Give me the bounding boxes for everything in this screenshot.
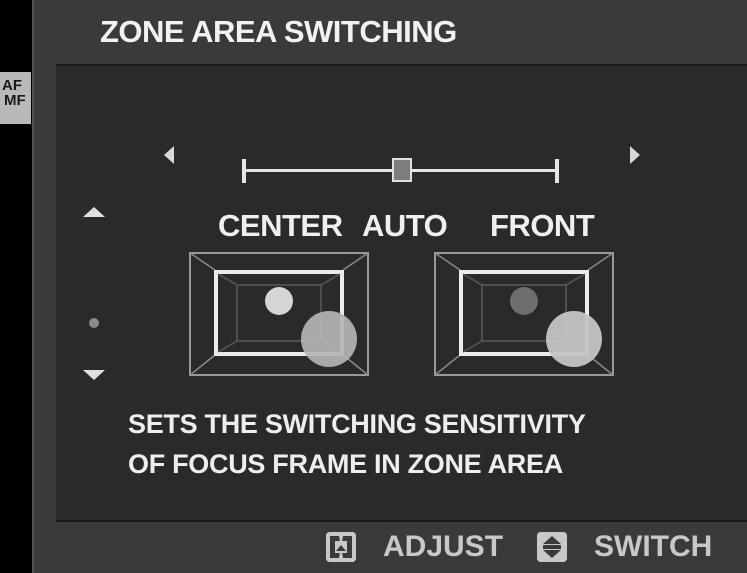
slider-end-left bbox=[242, 159, 246, 183]
slider-handle[interactable] bbox=[392, 158, 412, 182]
adjust-label: ADJUST bbox=[383, 530, 504, 563]
description-line-2: OF FOCUS FRAME IN ZONE AREA bbox=[128, 449, 563, 479]
af-mf-badge: AF MF bbox=[0, 72, 31, 124]
left-scroll-rail bbox=[32, 0, 56, 573]
arrow-down-icon[interactable] bbox=[83, 370, 105, 380]
af-label: AF bbox=[2, 77, 22, 94]
page-indicator-dot bbox=[89, 318, 99, 328]
option-center-label: CENTER bbox=[218, 208, 343, 243]
arrow-up-icon[interactable] bbox=[83, 207, 105, 217]
dpad-left-right-icon bbox=[326, 532, 356, 562]
arrow-right-icon[interactable] bbox=[630, 146, 640, 164]
slider-end-right bbox=[555, 159, 559, 183]
description-line-1: SETS THE SWITCHING SENSITIVITY bbox=[128, 409, 586, 439]
header-bar: ZONE AREA SWITCHING bbox=[56, 0, 747, 66]
arrow-left-icon[interactable] bbox=[164, 146, 174, 164]
description-text: SETS THE SWITCHING SENSITIVITY OF FOCUS … bbox=[128, 404, 586, 484]
footer-bar: ADJUST SWITCH bbox=[56, 520, 747, 573]
dpad-up-down-icon bbox=[537, 532, 567, 562]
center-focus-diagram bbox=[189, 252, 369, 376]
sensitivity-slider[interactable] bbox=[240, 156, 564, 186]
option-front-label: FRONT bbox=[490, 208, 595, 243]
front-focus-diagram bbox=[434, 252, 614, 376]
page-title: ZONE AREA SWITCHING bbox=[100, 14, 457, 49]
option-auto-label: AUTO bbox=[362, 208, 448, 243]
switch-label: SWITCH bbox=[594, 530, 713, 563]
mf-label: MF bbox=[4, 92, 26, 109]
